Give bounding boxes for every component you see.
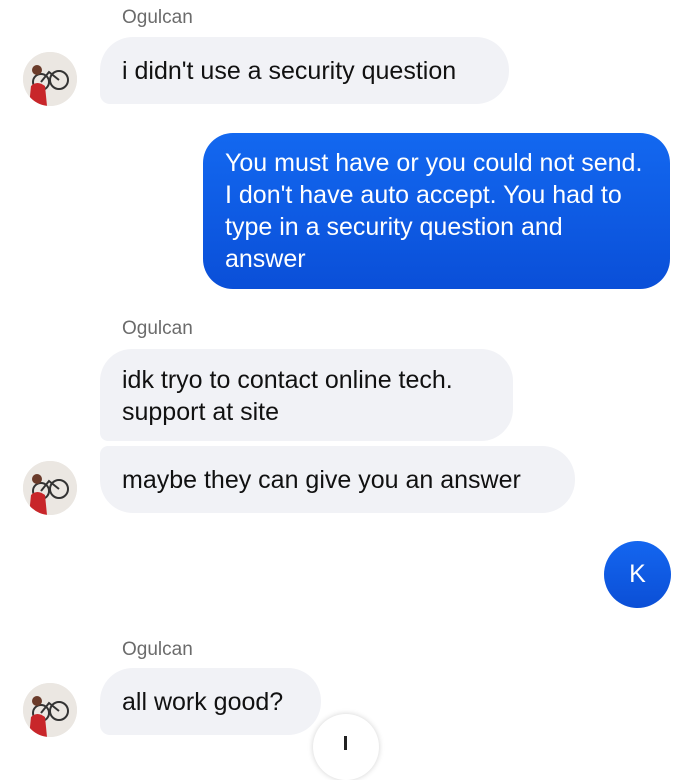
message-text: all work good?: [122, 687, 284, 716]
arrow-down-icon: [344, 736, 347, 750]
outgoing-message-bubble[interactable]: You must have or you could not send. I d…: [203, 133, 670, 289]
message-text: idk tryo to contact online tech. support…: [122, 366, 453, 426]
sender-name: Ogulcan: [122, 318, 193, 339]
scroll-to-bottom-button[interactable]: [313, 714, 379, 780]
contact-avatar-icon[interactable]: [23, 52, 77, 106]
message-text: maybe they can give you an answer: [122, 465, 521, 494]
incoming-message-bubble[interactable]: idk tryo to contact online tech. support…: [100, 349, 513, 441]
self-avatar[interactable]: K: [604, 541, 671, 608]
sender-name: Ogulcan: [122, 639, 193, 660]
sender-name: Ogulcan: [122, 7, 193, 28]
incoming-message-bubble[interactable]: maybe they can give you an answer: [100, 446, 575, 513]
contact-avatar-icon[interactable]: [23, 683, 77, 737]
incoming-message-bubble[interactable]: all work good?: [100, 668, 321, 735]
incoming-message-bubble[interactable]: i didn't use a security question: [100, 37, 509, 104]
contact-avatar-icon[interactable]: [23, 461, 77, 515]
self-avatar-initial: K: [629, 560, 646, 588]
message-text: i didn't use a security question: [122, 56, 457, 85]
message-text: You must have or you could not send. I d…: [225, 149, 643, 273]
